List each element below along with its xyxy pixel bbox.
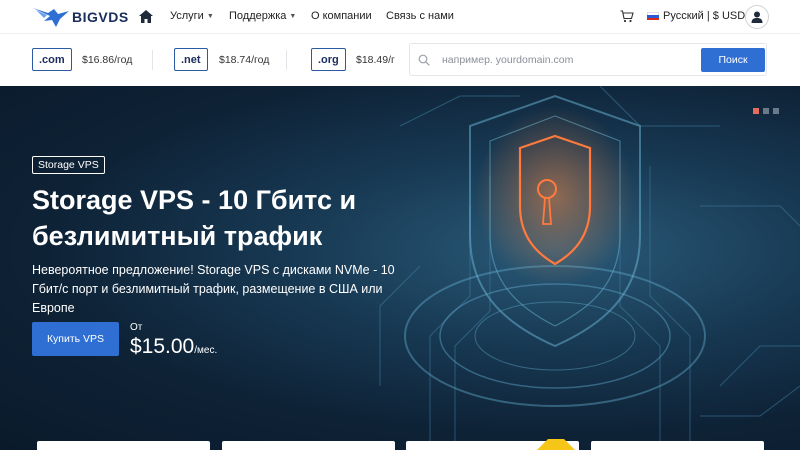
hero-price: $15.00/мес. <box>130 335 217 359</box>
hero-title: Storage VPS - 10 Гбитс и безлимитный тра… <box>32 185 357 251</box>
feature-card[interactable] <box>591 441 764 450</box>
divider <box>152 50 153 70</box>
nav-contact[interactable]: Связь с нами <box>386 10 454 22</box>
domain-search: Поиск <box>409 43 767 76</box>
hero-badge: Storage VPS <box>32 156 105 174</box>
price-period: /мес. <box>194 345 218 356</box>
tld-net-price: $18.74/год <box>219 54 270 66</box>
chevron-down-icon: ▼ <box>206 13 214 20</box>
domain-search-input[interactable] <box>442 50 692 70</box>
user-icon <box>751 11 763 23</box>
flag-ru-icon <box>647 12 659 20</box>
tld-com-label: .com <box>39 53 65 66</box>
search-icon <box>418 54 430 66</box>
feature-card[interactable] <box>37 441 210 450</box>
language-currency-selector[interactable]: Русский | $ USD <box>647 10 745 22</box>
feature-card[interactable] <box>406 439 579 450</box>
tld-net-label: .net <box>181 53 201 66</box>
price-from-label: От <box>130 322 143 333</box>
price-value: $15.00 <box>130 335 195 358</box>
language-currency-label: Русский | $ USD <box>663 10 746 22</box>
top-navbar: BIGVDS Услуги ▼ Поддержка ▼ О компании Свя… <box>0 0 800 34</box>
slider-dot-1[interactable] <box>753 108 759 114</box>
home-icon[interactable] <box>139 10 153 23</box>
logo[interactable]: BIGVDS <box>32 5 129 29</box>
nav-contact-label: Связь с нами <box>386 10 454 22</box>
search-button[interactable]: Поиск <box>701 48 765 72</box>
tld-com[interactable]: .com <box>32 48 72 71</box>
domain-bar: .com $16.86/год .net $18.74/год .org $18… <box>0 35 800 86</box>
nav-about[interactable]: О компании <box>311 10 372 22</box>
hero-description: Невероятное предложение! Storage VPS с д… <box>32 263 395 315</box>
tld-org-label: .org <box>318 53 339 66</box>
account-button[interactable] <box>745 5 769 29</box>
tld-org-price: $18.49/г <box>356 54 395 66</box>
feature-card[interactable] <box>222 441 395 450</box>
nav-services[interactable]: Услуги ▼ <box>170 10 214 22</box>
cart-icon[interactable] <box>620 10 634 23</box>
divider <box>286 50 287 70</box>
logo-text: BIGVDS <box>72 9 129 25</box>
slider-pagination <box>753 108 779 114</box>
nav-support[interactable]: Поддержка ▼ <box>229 10 296 22</box>
nav-support-label: Поддержка <box>229 10 287 22</box>
tld-net[interactable]: .net <box>174 48 208 71</box>
buy-vps-button[interactable]: Купить VPS <box>32 322 119 356</box>
tld-com-price: $16.86/год <box>82 54 133 66</box>
nav-services-label: Услуги <box>170 10 204 22</box>
tld-org[interactable]: .org <box>311 48 346 71</box>
chevron-down-icon: ▼ <box>289 13 297 20</box>
logo-eagle-icon <box>33 8 69 27</box>
hero-banner: Storage VPS Storage VPS - 10 Гбитс и без… <box>0 86 800 450</box>
slider-dot-2[interactable] <box>763 108 769 114</box>
badge-corner-icon <box>537 439 575 450</box>
nav-about-label: О компании <box>311 10 372 22</box>
slider-dot-3[interactable] <box>773 108 779 114</box>
